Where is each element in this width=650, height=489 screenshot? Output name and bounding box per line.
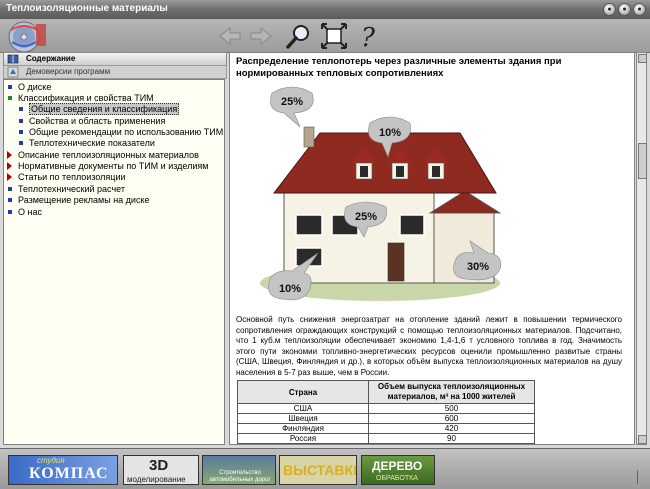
- table-cell: США: [237, 403, 369, 414]
- demo-programs-button[interactable]: Демоверсии программ: [3, 65, 227, 79]
- chevron-right-icon: [7, 162, 12, 170]
- table-cell: 600: [368, 413, 535, 424]
- tree-item-articles[interactable]: Статьи по теплоизоляции: [7, 172, 126, 183]
- table-cell: Финляндия: [237, 423, 369, 434]
- table-row: Швеция 600: [237, 413, 535, 424]
- upper-loss-label: 10%: [379, 127, 401, 139]
- tree-item-label: Размещение рекламы на диске: [18, 195, 150, 205]
- windows-loss-label: 25%: [355, 211, 377, 223]
- restore-icon: ●: [622, 6, 627, 13]
- tree-item-label: Теплотехнические показатели: [29, 138, 155, 148]
- book-icon: [7, 54, 19, 64]
- forward-arrow-icon[interactable]: [247, 22, 275, 50]
- table-cell: 90: [368, 433, 535, 444]
- help-icon[interactable]: ?: [354, 22, 382, 50]
- disc-logo-icon: [8, 21, 46, 53]
- window-title: Теплоизоляционные материалы: [6, 3, 168, 14]
- banner-modeling-label: моделирование: [127, 475, 186, 484]
- back-arrow-icon[interactable]: [216, 22, 244, 50]
- table-cell: 500: [368, 403, 535, 414]
- banner-kompas[interactable]: студия КОМПАС: [8, 455, 118, 485]
- bullet-icon: [19, 141, 23, 145]
- tree-item-materials-description[interactable]: Описание теплоизоляционных материалов: [7, 150, 199, 161]
- bullet-icon: [8, 198, 12, 202]
- tree-item-properties[interactable]: Свойства и область применения: [18, 116, 165, 127]
- content-scrollbar[interactable]: [636, 52, 647, 445]
- bullet-icon: [8, 210, 12, 214]
- tree-item-label: Теплотехнический расчет: [18, 184, 125, 194]
- scroll-down-arrow-icon[interactable]: [638, 435, 647, 444]
- banner-kompas-top: студия: [37, 456, 65, 465]
- production-table: Страна Объем выпуска теплоизоляционных м…: [237, 380, 535, 444]
- demo-programs-label: Демоверсии программ: [26, 67, 111, 76]
- banner-roads[interactable]: Строительство автомобильных дорог: [202, 455, 276, 485]
- minimize-icon: ●: [607, 6, 612, 13]
- contents-header-label: Содержание: [26, 54, 76, 63]
- tree-item-label: Нормативные документы по ТИМ и изделиям: [18, 161, 209, 171]
- minimize-button[interactable]: ●: [603, 3, 616, 16]
- walls-loss-label: 10%: [279, 283, 301, 295]
- contents-tree: О диске Классификация и свойства ТИМ Общ…: [3, 79, 225, 445]
- bullet-icon: [8, 85, 12, 89]
- house-heat-loss-illustration: 25% 10% 25% 10% 30%: [260, 86, 502, 301]
- tree-item-about-disc[interactable]: О диске: [7, 82, 51, 93]
- tree-item-label: О диске: [18, 82, 52, 92]
- banner-exhibitions[interactable]: ВЫСТАВКИ: [279, 455, 357, 485]
- banner-wood[interactable]: ДЕРЕВО ОБРАБОТКА: [361, 455, 435, 485]
- chevron-right-icon: [7, 151, 12, 159]
- tree-item-label: Общие сведения и классификация: [29, 103, 180, 115]
- svg-text:?: ?: [361, 23, 376, 50]
- bullet-icon: [19, 130, 23, 134]
- tree-item-recommendations[interactable]: Общие рекомендации по использованию ТИМ: [18, 127, 223, 138]
- tree-item-label: О нас: [18, 207, 42, 217]
- bullet-icon: [19, 119, 23, 123]
- demo-icon: [7, 66, 19, 78]
- title-bar: Теплоизоляционные материалы ● ● ●: [0, 0, 650, 19]
- table-cell: Россия: [237, 433, 369, 444]
- close-button[interactable]: ●: [633, 3, 646, 16]
- fullscreen-icon[interactable]: [320, 22, 348, 50]
- roof-loss-label: 25%: [281, 96, 303, 108]
- table-row: Финляндия 420: [237, 423, 535, 434]
- table-cell: Швеция: [237, 413, 369, 424]
- scroll-thumb[interactable]: [638, 143, 647, 179]
- tree-item-thermal-calc[interactable]: Теплотехнический расчет: [7, 184, 125, 195]
- tree-item-about-us[interactable]: О нас: [7, 207, 42, 218]
- contents-header: Содержание: [3, 52, 227, 66]
- floor-loss-label: 30%: [467, 261, 489, 273]
- tree-item-label: Общие рекомендации по использованию ТИМ: [29, 127, 224, 137]
- tree-item-normative-docs[interactable]: Нормативные документы по ТИМ и изделиям: [7, 161, 208, 172]
- restore-button[interactable]: ●: [618, 3, 631, 16]
- bullet-icon: [8, 187, 12, 191]
- table-row: США 500: [237, 403, 535, 414]
- search-icon[interactable]: [285, 22, 313, 50]
- banner-exhibitions-label: ВЫСТАВКИ: [283, 462, 357, 478]
- content-paragraph: Основной путь снижения энергозатрат на о…: [236, 315, 622, 377]
- tree-item-general-info[interactable]: Общие сведения и классификация: [18, 103, 180, 115]
- content-pane: Распределение теплопотерь через различны…: [229, 52, 635, 445]
- tree-item-label: Описание теплоизоляционных материалов: [18, 150, 199, 160]
- table-header-volume: Объем выпуска теплоизоляционных материал…: [368, 380, 535, 404]
- tree-item-thermal-indicators[interactable]: Теплотехнические показатели: [18, 138, 155, 149]
- tree-item-label: Классификация и свойства ТИМ: [18, 93, 154, 103]
- banner-roads-label: Строительство автомобильных дорог: [209, 470, 271, 483]
- bullet-icon: [19, 107, 23, 111]
- resize-grip-icon[interactable]: [637, 470, 648, 484]
- banner-kompas-main: КОМПАС: [29, 465, 109, 482]
- table-row: Россия 90: [237, 433, 535, 444]
- tree-item-label: Статьи по теплоизоляции: [18, 172, 126, 182]
- close-icon: ●: [637, 6, 642, 13]
- chevron-right-icon: [7, 173, 12, 181]
- banner-3d-label: 3D: [149, 457, 169, 474]
- tree-item-label: Свойства и область применения: [29, 116, 166, 126]
- table-header-country: Страна: [237, 380, 369, 404]
- content-heading: Распределение теплопотерь через различны…: [236, 56, 562, 79]
- bullet-icon: [8, 96, 12, 100]
- banner-wood-top: ДЕРЕВО: [372, 459, 423, 473]
- banner-wood-bottom: ОБРАБОТКА: [376, 475, 418, 482]
- tree-item-advertising[interactable]: Размещение рекламы на диске: [7, 195, 150, 206]
- banner-3d-modeling[interactable]: 3D моделирование: [123, 455, 199, 485]
- scroll-up-arrow-icon[interactable]: [638, 54, 647, 63]
- table-cell: 420: [368, 423, 535, 434]
